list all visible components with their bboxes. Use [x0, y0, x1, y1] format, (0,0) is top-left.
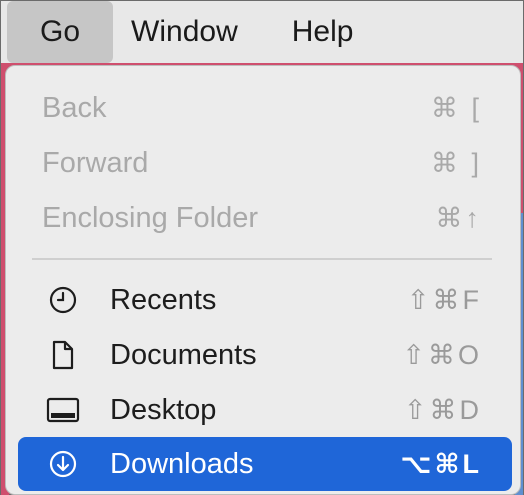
menu-item-documents[interactable]: Documents ⇧⌘O	[18, 329, 512, 381]
menu-item-desktop[interactable]: Desktop ⇧⌘D	[18, 384, 512, 436]
menu-item-label: Enclosing Folder	[42, 201, 258, 234]
menu-item-label: Back	[42, 91, 107, 124]
menu-bar: Go Window Help	[1, 1, 523, 63]
menu-item-shortcut: ⌘↑	[435, 202, 482, 233]
document-icon	[46, 338, 80, 372]
menu-separator	[32, 258, 492, 260]
menu-item-label: Recents	[110, 283, 217, 316]
menu-item-shortcut: ⌥⌘L	[400, 448, 482, 479]
menu-item-label: Documents	[110, 338, 257, 371]
download-icon	[46, 447, 80, 481]
menu-item-label: Downloads	[110, 447, 254, 480]
menu-item-recents[interactable]: Recents ⇧⌘F	[18, 274, 512, 326]
menu-item-label: Desktop	[110, 393, 217, 426]
menu-item-back: Back ⌘ [	[18, 82, 512, 134]
menu-item-enclosing-folder: Enclosing Folder ⌘↑	[18, 192, 512, 244]
go-dropdown-menu: Back ⌘ [ Forward ⌘ ] Enclosing Folder ⌘↑…	[5, 65, 521, 495]
menu-item-shortcut: ⇧⌘F	[406, 284, 482, 315]
menu-item-shortcut: ⌘ [	[430, 92, 482, 123]
clock-icon	[46, 283, 80, 317]
menu-item-downloads[interactable]: Downloads ⌥⌘L	[18, 437, 512, 491]
menu-help[interactable]: Help	[264, 1, 380, 63]
menu-item-shortcut: ⌘ ]	[430, 147, 482, 178]
menu-item-shortcut: ⇧⌘D	[403, 394, 482, 425]
menu-go[interactable]: Go	[7, 1, 114, 63]
desktop-icon	[46, 393, 80, 427]
menu-window[interactable]: Window	[113, 1, 264, 63]
menu-item-forward: Forward ⌘ ]	[18, 137, 512, 189]
menu-item-shortcut: ⇧⌘O	[402, 339, 482, 370]
menu-item-label: Forward	[42, 146, 149, 179]
